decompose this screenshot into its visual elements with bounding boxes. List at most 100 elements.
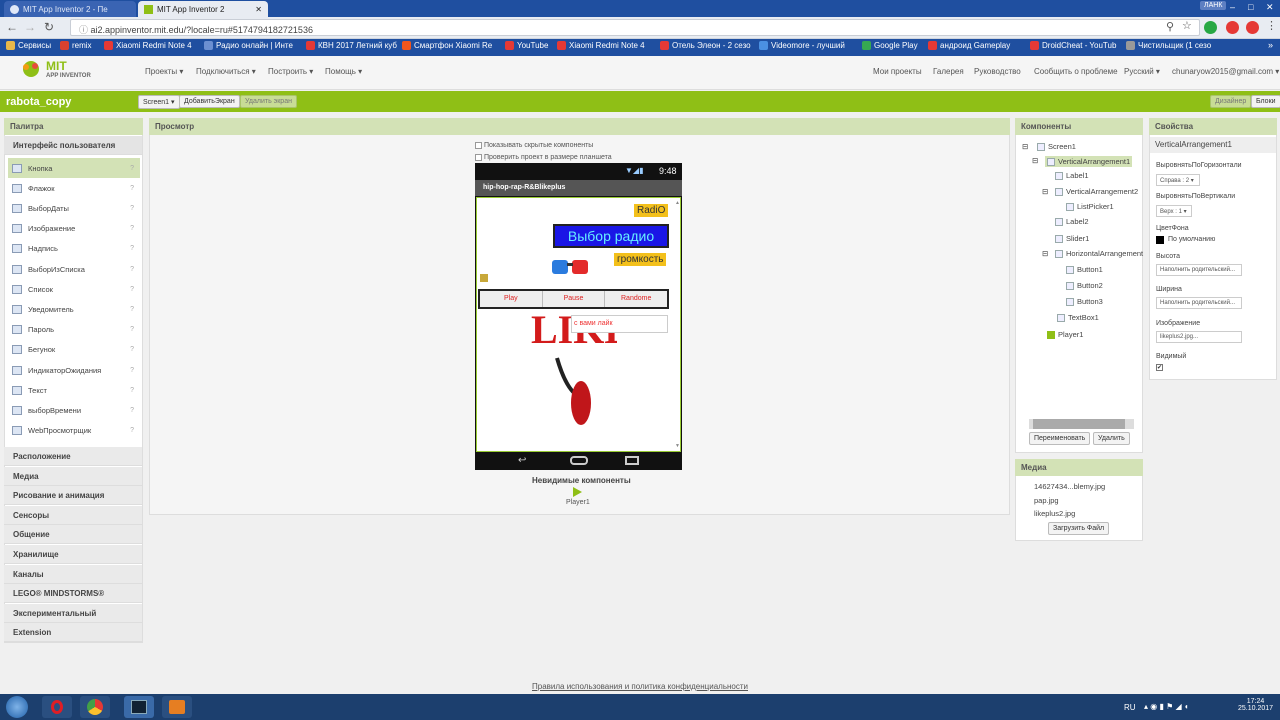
app-taskbar-icon[interactable]: [124, 696, 154, 718]
close-icon[interactable]: ✕: [255, 5, 262, 14]
palette-category[interactable]: Extension: [4, 623, 142, 643]
component-tree-item[interactable]: TextBox1: [1057, 313, 1099, 323]
bookmark-item[interactable]: Xiaomi Redmi Note 4: [557, 41, 645, 50]
bookmark-item[interactable]: Xiaomi Redmi Note 4: [104, 41, 192, 50]
menu-account[interactable]: chunaryow2015@gmail.com ▾: [1172, 67, 1279, 76]
clock[interactable]: 17:24 25.10.2017: [1238, 698, 1273, 712]
menu-gallery[interactable]: Галерея: [933, 67, 964, 76]
width-input[interactable]: Наполнить родительский...: [1156, 297, 1242, 309]
player-icon[interactable]: [573, 487, 582, 497]
choose-radio-listpicker[interactable]: Выбор радио: [553, 224, 669, 248]
help-icon[interactable]: ?: [130, 306, 134, 313]
text-box[interactable]: с вами лайк: [571, 315, 668, 333]
help-icon[interactable]: ?: [130, 266, 134, 273]
checkbox-icon[interactable]: [475, 154, 482, 161]
menu-icon[interactable]: ⋮: [1266, 19, 1277, 32]
browser-tab[interactable]: MIT App Inventor 2 - Пе: [4, 1, 136, 17]
palette-category[interactable]: Расположение: [4, 447, 142, 466]
search-icon[interactable]: ⚲: [1166, 20, 1174, 33]
chrome-taskbar-icon[interactable]: [80, 696, 110, 718]
nonvisible-player[interactable]: Player1: [566, 499, 590, 506]
palette-item[interactable]: Текст?: [8, 380, 140, 400]
component-tree-item[interactable]: VerticalArrangement2: [1055, 187, 1138, 197]
back-icon[interactable]: ←: [6, 20, 18, 34]
component-tree-item[interactable]: Slider1: [1055, 234, 1089, 244]
palette-category[interactable]: Рисование и анимация: [4, 486, 142, 506]
bookmark-item[interactable]: Отель Элеон - 2 сезо: [660, 41, 751, 50]
delete-button[interactable]: Удалить: [1093, 432, 1130, 445]
media-player-icon[interactable]: [162, 696, 192, 718]
maximize-icon[interactable]: □: [1248, 2, 1253, 12]
help-icon[interactable]: ?: [130, 286, 134, 293]
browser-tab-active[interactable]: MIT App Inventor 2 ✕: [138, 1, 268, 17]
menu-projects[interactable]: Проекты ▾: [145, 67, 183, 76]
reload-icon[interactable]: ↻: [44, 20, 54, 34]
bookmark-item[interactable]: Сервисы: [6, 41, 51, 50]
menu-build[interactable]: Построить ▾: [268, 67, 313, 76]
bookmark-item[interactable]: Чистильщик (1 сезо: [1126, 41, 1211, 50]
bookmark-item[interactable]: КВН 2017 Летний куб: [306, 41, 397, 50]
help-icon[interactable]: ?: [130, 387, 134, 394]
component-tree-item[interactable]: Player1: [1047, 330, 1083, 340]
menu-connect[interactable]: Подключиться ▾: [196, 67, 256, 76]
adblock-icon[interactable]: [1226, 21, 1239, 34]
bg-color-value[interactable]: По умолчанию: [1168, 236, 1215, 243]
palette-item[interactable]: Пароль?: [8, 320, 140, 340]
bookmark-item[interactable]: Google Play: [862, 41, 918, 50]
component-tree-item[interactable]: Button3: [1066, 297, 1103, 307]
forward-icon[interactable]: →: [24, 20, 36, 34]
palette-item[interactable]: Уведомитель?: [8, 299, 140, 319]
checkbox-icon[interactable]: [475, 142, 482, 149]
color-swatch[interactable]: [1156, 236, 1164, 244]
rename-button[interactable]: Переименовать: [1029, 432, 1091, 445]
opera-icon[interactable]: [42, 696, 72, 718]
palette-category[interactable]: Сенсоры: [4, 505, 142, 525]
image-input[interactable]: likeplus2.jpg...: [1156, 331, 1242, 343]
menu-guide[interactable]: Руководство: [974, 67, 1021, 76]
more-bookmarks-icon[interactable]: »: [1268, 40, 1273, 50]
profile-badge[interactable]: ЛАНК: [1200, 1, 1227, 10]
collapse-icon[interactable]: ⊟: [1042, 187, 1048, 196]
bookmark-item[interactable]: Радио онлайн | Инте: [204, 41, 293, 50]
align-vertical-select[interactable]: Верх : 1 ▾: [1156, 205, 1192, 217]
media-file[interactable]: pap.jpg: [1034, 496, 1059, 505]
palette-item[interactable]: Флажок?: [8, 178, 140, 198]
tablet-size-option[interactable]: Проверить проект в размере планшета: [475, 154, 612, 161]
help-icon[interactable]: ?: [130, 407, 134, 414]
show-hidden-option[interactable]: Показывать скрытые компоненты: [475, 142, 593, 149]
help-icon[interactable]: ?: [130, 205, 134, 212]
scroll-up-icon[interactable]: ▲: [675, 200, 680, 206]
component-tree-item[interactable]: VerticalArrangement1: [1045, 156, 1133, 168]
height-input[interactable]: Наполнить родительский...: [1156, 264, 1242, 276]
media-file[interactable]: 14627434...blemy.jpg: [1034, 482, 1105, 491]
help-icon[interactable]: ?: [130, 346, 134, 353]
palette-item[interactable]: WebПросмотрщик?: [8, 421, 140, 441]
palette-item[interactable]: Кнопка?: [8, 158, 140, 178]
url-bar[interactable]: ⓘ ai2.appinventor.mit.edu/?locale=ru#517…: [70, 19, 1200, 36]
component-tree-item[interactable]: Button2: [1066, 281, 1103, 291]
component-tree-item[interactable]: ListPicker1: [1066, 202, 1114, 212]
palette-item[interactable]: Изображение?: [8, 219, 140, 239]
add-screen-button[interactable]: ДобавитьЭкран: [179, 95, 240, 108]
component-tree-item[interactable]: Screen1: [1037, 142, 1076, 152]
component-tree-item[interactable]: Label1: [1055, 171, 1089, 181]
bookmark-item[interactable]: андроид Gameplay: [928, 41, 1010, 50]
help-icon[interactable]: ?: [130, 185, 134, 192]
palette-item[interactable]: ВыборДаты?: [8, 198, 140, 218]
menu-help[interactable]: Помощь ▾: [325, 67, 362, 76]
bookmark-item[interactable]: remix: [60, 41, 92, 50]
play-button[interactable]: Play: [480, 291, 543, 307]
random-button[interactable]: Randome: [605, 291, 667, 307]
help-icon[interactable]: ?: [130, 245, 134, 252]
scroll-down-icon[interactable]: ▼: [675, 443, 680, 449]
palette-item[interactable]: ИндикаторОжидания?: [8, 360, 140, 380]
designer-button[interactable]: Дизайнер: [1210, 95, 1252, 108]
palette-category[interactable]: Экспериментальный: [4, 603, 142, 623]
remove-screen-button[interactable]: Удалить экран: [240, 95, 297, 108]
collapse-icon[interactable]: ⊟: [1022, 142, 1028, 151]
visible-checkbox[interactable]: ✔: [1156, 364, 1163, 371]
screen-select[interactable]: Screen1 ▾: [138, 95, 180, 109]
palette-category[interactable]: Каналы: [4, 564, 142, 584]
palette-item[interactable]: Надпись?: [8, 239, 140, 259]
language-indicator[interactable]: RU: [1124, 703, 1136, 712]
